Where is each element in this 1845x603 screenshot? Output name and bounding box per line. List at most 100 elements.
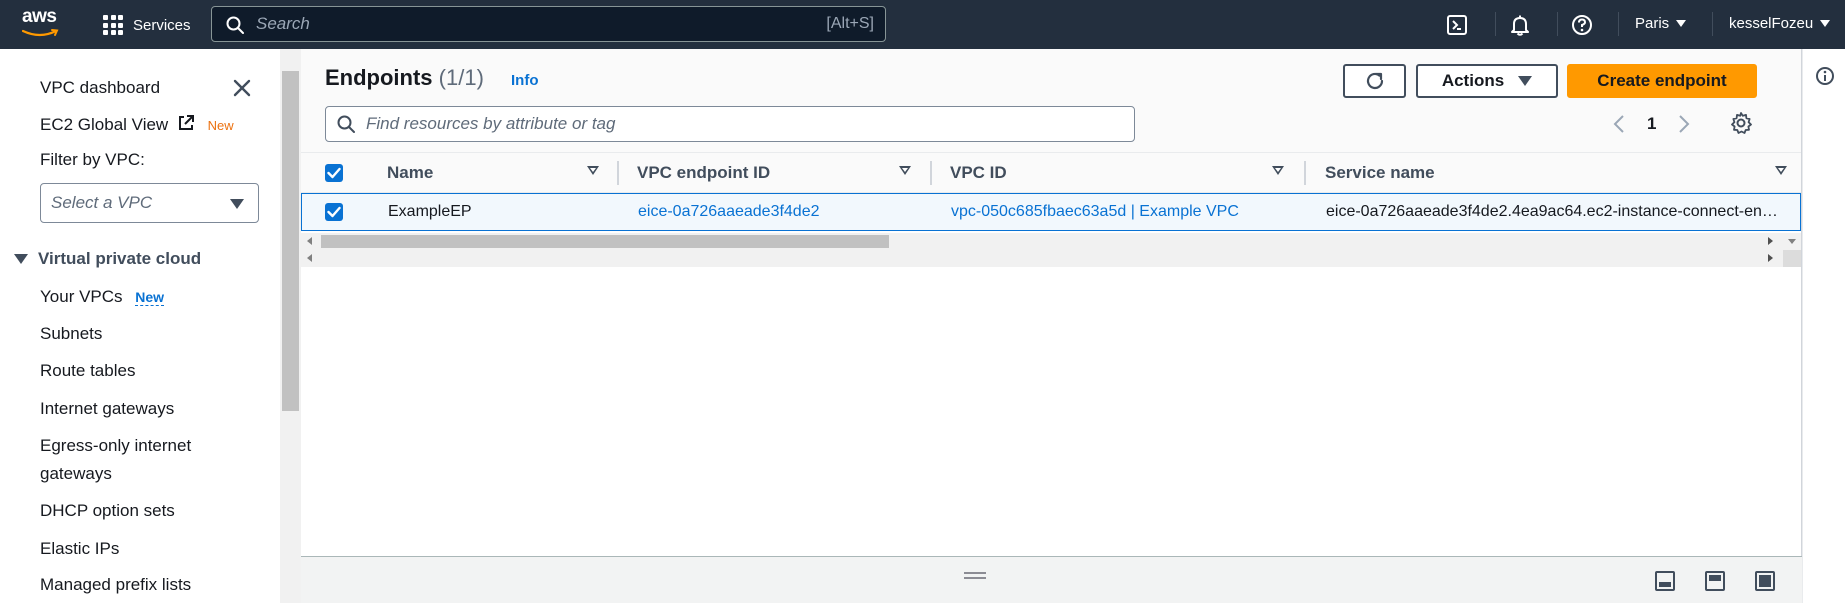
services-menu-button[interactable]: Services bbox=[103, 12, 191, 38]
scroll-right-icon[interactable] bbox=[1768, 254, 1773, 262]
actions-label: Actions bbox=[1441, 71, 1505, 90]
info-icon[interactable] bbox=[1815, 66, 1835, 86]
nav-item-label: Subnets bbox=[40, 324, 103, 343]
table-row[interactable]: ExampleEP eice-0a726aaeade3f4de2 vpc-050… bbox=[301, 193, 1801, 231]
help-icon[interactable] bbox=[1569, 12, 1595, 38]
scroll-down-icon[interactable] bbox=[1788, 239, 1796, 244]
nav-item-label: DHCP option sets bbox=[40, 501, 175, 520]
nav-ec2-global-view[interactable]: EC2 Global View New bbox=[40, 111, 234, 140]
aws-logo[interactable]: aws bbox=[22, 6, 64, 42]
nav-item-label: Route tables bbox=[40, 361, 136, 380]
caret-down-icon bbox=[1676, 20, 1687, 27]
account-menu[interactable]: kesselFozeu bbox=[1729, 15, 1831, 32]
caret-down-icon bbox=[14, 254, 28, 264]
cell-vpc-id-link[interactable]: vpc-050c685fbaec63a5d | Example VPC bbox=[951, 194, 1291, 230]
current-page-number[interactable]: 1 bbox=[1647, 114, 1656, 134]
divider bbox=[1495, 12, 1496, 36]
caret-down-icon bbox=[230, 199, 244, 209]
caret-down-icon bbox=[1518, 76, 1533, 86]
column-resizer[interactable] bbox=[1304, 161, 1306, 185]
caret-down-icon bbox=[1820, 20, 1831, 27]
nav-egress-only-internet-gateways[interactable]: Egress-only internet bbox=[40, 432, 191, 460]
cell-name: ExampleEP bbox=[388, 203, 472, 220]
nav-managed-prefix-lists[interactable]: Managed prefix lists bbox=[40, 571, 191, 599]
global-search[interactable]: [Alt+S] bbox=[211, 6, 886, 42]
vpc-select-placeholder: Select a VPC bbox=[51, 193, 153, 212]
nav-item-label: Managed prefix lists bbox=[40, 575, 192, 594]
new-badge: New bbox=[207, 118, 234, 133]
info-link[interactable]: Info bbox=[511, 72, 539, 89]
divider bbox=[1712, 12, 1713, 36]
column-header-service-name[interactable]: Service name bbox=[1325, 153, 1435, 193]
nav-item-label: EC2 Global View bbox=[40, 115, 169, 134]
column-resizer[interactable] bbox=[930, 161, 932, 185]
split-panel-drag-handle[interactable] bbox=[964, 572, 986, 580]
nav-item-label: Egress-only internet bbox=[40, 436, 192, 455]
column-header-name[interactable]: Name bbox=[387, 153, 433, 193]
sidebar-scrollbar[interactable] bbox=[280, 49, 301, 603]
cloudshell-icon[interactable] bbox=[1444, 12, 1470, 38]
cell-endpoint-id-link[interactable]: eice-0a726aaeade3f4de2 bbox=[638, 194, 918, 230]
refresh-button[interactable] bbox=[1343, 64, 1406, 98]
scroll-left-icon[interactable] bbox=[307, 237, 312, 245]
sort-icon[interactable] bbox=[587, 166, 599, 175]
column-header-vpc-id[interactable]: VPC ID bbox=[950, 153, 1007, 193]
new-badge[interactable]: New bbox=[135, 289, 165, 306]
split-panel-bar bbox=[301, 556, 1802, 603]
scrollbar-corner bbox=[1783, 250, 1801, 267]
scrollbar-thumb[interactable] bbox=[282, 71, 299, 411]
scrollbar-thumb[interactable] bbox=[321, 235, 889, 248]
nav-dhcp-option-sets[interactable]: DHCP option sets bbox=[40, 497, 175, 525]
nav-route-tables[interactable]: Route tables bbox=[40, 357, 135, 385]
actions-dropdown-button[interactable]: Actions bbox=[1416, 64, 1558, 98]
split-panel-side-icon[interactable] bbox=[1705, 571, 1725, 591]
nav-subnets[interactable]: Subnets bbox=[40, 320, 102, 348]
nav-your-vpcs[interactable]: Your VPCs New bbox=[40, 283, 165, 311]
title-text: Endpoints bbox=[325, 65, 433, 90]
side-navigation: VPC dashboard EC2 Global View New Filter… bbox=[0, 49, 280, 603]
account-username: kesselFozeu bbox=[1729, 15, 1814, 32]
table-header: Name VPC endpoint ID VPC ID Service name bbox=[301, 153, 1801, 193]
main-content: Endpoints (1/1) Info Actions Create endp… bbox=[301, 49, 1802, 603]
chevron-right-icon[interactable] bbox=[1678, 114, 1690, 134]
search-icon bbox=[337, 115, 355, 133]
search-shortcut-hint: [Alt+S] bbox=[826, 15, 874, 32]
aws-logo-text: aws bbox=[22, 6, 57, 27]
region-selector[interactable]: Paris bbox=[1635, 15, 1687, 32]
resource-filter-input[interactable] bbox=[366, 111, 1066, 137]
close-navigation-icon[interactable] bbox=[232, 78, 252, 98]
select-all-checkbox[interactable] bbox=[325, 164, 343, 182]
divider bbox=[1557, 12, 1558, 36]
sort-icon[interactable] bbox=[899, 166, 911, 175]
global-search-input[interactable] bbox=[256, 10, 756, 38]
row-select-checkbox[interactable] bbox=[325, 203, 343, 221]
resource-filter[interactable] bbox=[325, 106, 1135, 142]
column-header-vpc-endpoint-id[interactable]: VPC endpoint ID bbox=[637, 153, 770, 193]
nav-item-label: Your VPCs bbox=[40, 287, 123, 306]
sort-icon[interactable] bbox=[1775, 166, 1787, 175]
split-panel-full-icon[interactable] bbox=[1755, 571, 1775, 591]
nav-item-label: gateways bbox=[40, 464, 112, 483]
gear-icon[interactable] bbox=[1729, 111, 1753, 135]
column-resizer[interactable] bbox=[617, 161, 619, 185]
nav-vpc-dashboard[interactable]: VPC dashboard bbox=[40, 74, 160, 102]
region-label: Paris bbox=[1635, 15, 1670, 32]
nav-internet-gateways[interactable]: Internet gateways bbox=[40, 395, 174, 423]
refresh-icon bbox=[1366, 72, 1383, 90]
table-horizontal-scrollbar-secondary[interactable] bbox=[301, 250, 1801, 267]
page-title: Endpoints (1/1) bbox=[325, 65, 484, 91]
chevron-left-icon[interactable] bbox=[1613, 114, 1625, 134]
aws-smile-icon bbox=[22, 29, 59, 37]
tools-panel-rail bbox=[1802, 49, 1845, 603]
create-endpoint-button[interactable]: Create endpoint bbox=[1567, 64, 1757, 98]
nav-egress-only-internet-gateways-line2[interactable]: gateways bbox=[40, 460, 112, 488]
sort-icon[interactable] bbox=[1272, 166, 1284, 175]
scroll-right-icon[interactable] bbox=[1768, 237, 1773, 245]
vpc-filter-select[interactable]: Select a VPC bbox=[40, 183, 259, 223]
scroll-left-icon[interactable] bbox=[307, 254, 312, 262]
notifications-bell-icon[interactable] bbox=[1507, 12, 1533, 38]
table-horizontal-scrollbar[interactable] bbox=[301, 233, 1801, 250]
nav-elastic-ips[interactable]: Elastic IPs bbox=[40, 535, 119, 563]
split-panel-bottom-icon[interactable] bbox=[1655, 571, 1675, 591]
section-virtual-private-cloud[interactable]: Virtual private cloud bbox=[14, 249, 201, 269]
